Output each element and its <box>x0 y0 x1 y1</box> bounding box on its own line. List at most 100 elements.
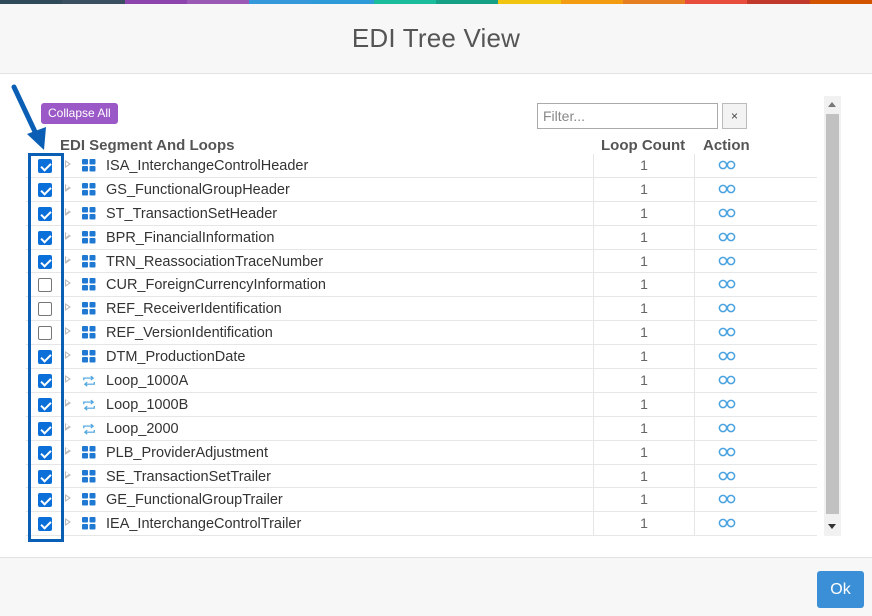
row-name: CUR_ForeignCurrencyInformation <box>106 277 326 294</box>
link-icon[interactable] <box>718 349 736 363</box>
caret-right-icon[interactable] <box>65 398 71 407</box>
row-checkbox[interactable] <box>38 350 52 365</box>
row-checkbox[interactable] <box>38 493 52 508</box>
link-icon[interactable] <box>718 254 736 268</box>
row-name: REF_VersionIdentification <box>106 325 273 342</box>
row-checkbox[interactable] <box>38 326 52 341</box>
caret-right-icon[interactable] <box>65 470 71 479</box>
link-icon[interactable] <box>718 421 736 435</box>
caret-right-icon[interactable] <box>65 303 71 312</box>
row-name: BPR_FinancialInformation <box>106 229 275 246</box>
vertical-scrollbar[interactable] <box>824 96 841 536</box>
row-name: PLB_ProviderAdjustment <box>106 444 268 461</box>
tree-row[interactable]: ISA_InterchangeControlHeader 1 <box>26 154 817 178</box>
row-loop-count: 1 <box>593 201 695 225</box>
caret-right-icon[interactable] <box>65 327 71 336</box>
tree-row[interactable]: Loop_1000A 1 <box>26 369 817 393</box>
row-loop-count: 1 <box>593 321 695 345</box>
link-icon[interactable] <box>718 301 736 315</box>
grid-icon <box>82 326 96 339</box>
link-icon[interactable] <box>718 516 736 530</box>
link-icon[interactable] <box>718 277 736 291</box>
scroll-down-icon[interactable] <box>828 524 836 529</box>
row-name: GE_FunctionalGroupTrailer <box>106 492 283 509</box>
row-loop-count: 1 <box>593 273 695 297</box>
row-checkbox[interactable] <box>38 254 52 269</box>
tree-row[interactable]: TRN_ReassociationTraceNumber 1 <box>26 249 817 274</box>
row-loop-count: 1 <box>593 392 695 416</box>
collapse-all-button[interactable]: Collapse All <box>41 103 118 124</box>
caret-right-icon[interactable] <box>65 231 71 240</box>
caret-right-icon[interactable] <box>65 446 71 455</box>
row-name: GS_FunctionalGroupHeader <box>106 181 290 198</box>
row-name: DTM_ProductionDate <box>106 349 246 366</box>
row-checkbox[interactable] <box>38 182 52 197</box>
tree-row[interactable]: Loop_2000 1 <box>26 416 817 441</box>
caret-right-icon[interactable] <box>65 279 71 288</box>
tree-row[interactable]: Loop_1000B 1 <box>26 392 817 417</box>
grid-icon <box>82 350 96 363</box>
caret-right-icon[interactable] <box>65 422 71 431</box>
ok-button[interactable]: Ok <box>817 571 864 608</box>
tree-row[interactable]: ST_TransactionSetHeader 1 <box>26 201 817 226</box>
tree-row[interactable]: GE_FunctionalGroupTrailer 1 <box>26 488 817 513</box>
caret-right-icon[interactable] <box>65 207 71 216</box>
scrollbar-thumb[interactable] <box>826 114 839 514</box>
link-icon[interactable] <box>718 373 736 387</box>
caret-right-icon[interactable] <box>65 494 71 503</box>
link-icon[interactable] <box>718 325 736 339</box>
row-checkbox[interactable] <box>38 278 52 293</box>
tree-row[interactable]: GS_FunctionalGroupHeader 1 <box>26 177 817 202</box>
link-icon[interactable] <box>718 230 736 244</box>
row-checkbox[interactable] <box>38 374 52 389</box>
link-icon[interactable] <box>718 397 736 411</box>
tree-row[interactable]: PLB_ProviderAdjustment 1 <box>26 440 817 465</box>
row-checkbox[interactable] <box>38 159 52 173</box>
column-header-action: Action <box>703 137 750 154</box>
link-icon[interactable] <box>718 469 736 483</box>
link-icon[interactable] <box>718 492 736 506</box>
tree-row[interactable]: DTM_ProductionDate 1 <box>26 345 817 370</box>
filter-input[interactable] <box>537 103 718 129</box>
row-checkbox[interactable] <box>38 421 52 436</box>
grid-icon <box>82 278 96 291</box>
row-checkbox[interactable] <box>38 302 52 317</box>
row-name: IEA_InterchangeControlTrailer <box>106 516 302 533</box>
row-loop-count: 1 <box>593 369 695 392</box>
tree-grid: ISA_InterchangeControlHeader 1 GS_Function… <box>26 154 817 537</box>
caret-right-icon[interactable] <box>65 351 71 360</box>
clear-filter-button[interactable]: × <box>722 103 747 129</box>
tree-row[interactable]: REF_ReceiverIdentification 1 <box>26 297 817 322</box>
tree-row[interactable]: SE_TransactionSetTrailer 1 <box>26 464 817 489</box>
caret-right-icon[interactable] <box>65 160 71 168</box>
caret-right-icon[interactable] <box>65 518 71 527</box>
link-icon[interactable] <box>718 445 736 459</box>
row-checkbox[interactable] <box>38 230 52 245</box>
tree-row[interactable]: BPR_FinancialInformation 1 <box>26 225 817 250</box>
loop-icon <box>82 398 96 411</box>
link-icon[interactable] <box>718 182 736 196</box>
scroll-up-icon[interactable] <box>828 102 836 107</box>
caret-right-icon[interactable] <box>65 255 71 264</box>
tree-row[interactable]: CUR_ForeignCurrencyInformation 1 <box>26 273 817 298</box>
tree-row[interactable]: IEA_InterchangeControlTrailer 1 <box>26 512 817 537</box>
link-icon[interactable] <box>718 158 736 172</box>
grid-icon <box>82 445 96 459</box>
row-name: SE_TransactionSetTrailer <box>106 468 271 485</box>
tree-row[interactable]: REF_VersionIdentification 1 <box>26 321 817 346</box>
row-checkbox[interactable] <box>38 445 52 460</box>
caret-right-icon[interactable] <box>65 375 71 384</box>
row-loop-count: 1 <box>593 512 695 536</box>
column-header-loop-count[interactable]: Loop Count <box>601 137 685 154</box>
row-loop-count: 1 <box>593 416 695 440</box>
row-name: ISA_InterchangeControlHeader <box>106 158 309 174</box>
column-header-name[interactable]: EDI Segment And Loops <box>60 137 234 154</box>
caret-right-icon[interactable] <box>65 183 71 192</box>
row-name: Loop_1000B <box>106 396 189 413</box>
row-checkbox[interactable] <box>38 206 52 221</box>
row-checkbox[interactable] <box>38 469 52 484</box>
row-checkbox[interactable] <box>38 517 52 532</box>
link-icon[interactable] <box>718 206 736 220</box>
row-loop-count: 1 <box>593 297 695 321</box>
row-checkbox[interactable] <box>38 397 52 412</box>
